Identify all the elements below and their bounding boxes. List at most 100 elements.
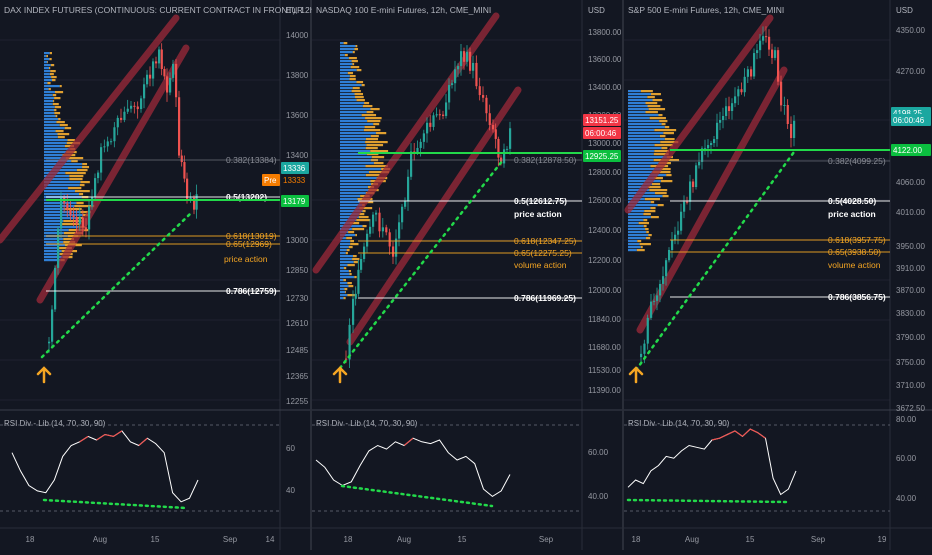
profile-bar-buy — [340, 174, 366, 177]
candle-body — [392, 246, 395, 257]
profile-bar-sell — [346, 249, 350, 252]
profile-bar-sell — [639, 243, 651, 246]
profile-bar-buy — [340, 111, 367, 114]
y-tick-label: 4350.00 — [896, 26, 925, 35]
profile-bar-buy — [44, 109, 55, 112]
profile-bar-buy — [44, 187, 69, 190]
candle-body — [103, 146, 106, 148]
profile-bar-sell — [636, 249, 645, 252]
profile-bar-sell — [348, 57, 357, 60]
profile-bar-sell — [352, 51, 355, 54]
profile-bar-buy — [340, 255, 353, 258]
currency-label: EUR — [286, 6, 303, 15]
profile-bar-buy — [44, 130, 56, 133]
profile-bar-buy — [340, 147, 366, 150]
profile-bar-sell — [51, 79, 56, 82]
profile-bar-buy — [340, 114, 362, 117]
profile-bar-buy — [340, 105, 363, 108]
profile-bar-sell — [53, 100, 55, 103]
profile-bar-sell — [48, 88, 51, 91]
profile-bar-sell — [64, 127, 72, 130]
fib-level-label: 0.382(13384) — [226, 155, 277, 165]
candle-body — [146, 74, 149, 85]
profile-bar-buy — [628, 132, 664, 135]
profile-bar-buy — [628, 225, 644, 228]
profile-bar-sell — [652, 99, 663, 102]
profile-bar-buy — [628, 144, 655, 147]
profile-bar-sell — [366, 144, 384, 147]
profile-bar-buy — [340, 282, 348, 285]
candle-body — [503, 149, 506, 164]
profile-bar-sell — [361, 114, 377, 117]
profile-bar-buy — [628, 237, 646, 240]
profile-bar-sell — [49, 73, 54, 76]
profile-bar-sell — [59, 85, 62, 88]
chart-title: S&P 500 E-mini Futures, 12h, CME_MINI — [628, 5, 784, 15]
profile-bar-sell — [659, 135, 666, 138]
indicator-title: RSI Div - Lib (14, 70, 30, 90) — [628, 419, 730, 428]
profile-bar-sell — [373, 123, 380, 126]
profile-bar-buy — [44, 142, 67, 145]
candle-body — [737, 89, 740, 97]
profile-bar-buy — [340, 165, 366, 168]
candle-body — [126, 108, 129, 112]
profile-bar-buy — [44, 151, 67, 154]
profile-bar-sell — [348, 270, 352, 273]
candle-body — [407, 176, 410, 202]
y-tick-label: 11680.00 — [588, 343, 621, 352]
x-tick-label: 18 — [344, 535, 353, 544]
profile-bar-sell — [367, 120, 381, 123]
fib-level-label: 0.5(4028.50) — [828, 196, 876, 206]
profile-bar-sell — [54, 109, 57, 112]
profile-bar-buy — [340, 195, 361, 198]
profile-bar-buy — [628, 108, 649, 111]
profile-bar-sell — [54, 97, 61, 100]
profile-bar-buy — [340, 120, 368, 123]
profile-bar-buy — [340, 285, 349, 288]
candle-body — [366, 233, 369, 247]
profile-bar-sell — [664, 138, 675, 141]
candle-body — [674, 234, 677, 241]
profile-bar-buy — [44, 127, 65, 130]
y-tick-label: 13400.00 — [588, 83, 622, 92]
profile-bar-buy — [44, 211, 81, 214]
profile-bar-sell — [350, 240, 355, 243]
profile-bar-sell — [58, 118, 61, 121]
profile-bar-buy — [340, 63, 353, 66]
y-tick-label: 4060.00 — [896, 178, 925, 187]
profile-bar-sell — [648, 234, 652, 237]
profile-bar-buy — [340, 252, 346, 255]
candle-body — [72, 215, 75, 217]
candle-body — [426, 122, 429, 134]
profile-bar-buy — [44, 121, 57, 124]
chart-panel-3: 0.382(4099.25) 0.5(4028.50) 0.618(3957.75)… — [624, 0, 932, 550]
profile-bar-sell — [345, 291, 346, 294]
candle-body — [753, 53, 756, 77]
profile-bar-buy — [340, 81, 357, 84]
candle-body — [169, 77, 172, 93]
profile-bar-buy — [44, 241, 64, 244]
profile-bar-buy — [340, 78, 350, 81]
fib-level-label: 0.618(3957.75) — [828, 235, 886, 245]
chart-layout: 0.382(13384) 0.5(13202) 0.618(13019) 0.65(1… — [0, 0, 932, 550]
candle-body — [357, 269, 360, 294]
profile-bar-sell — [76, 202, 84, 205]
profile-bar-sell — [352, 258, 360, 261]
profile-bar-buy — [628, 174, 667, 177]
candle-body — [48, 341, 51, 344]
candle-body — [646, 317, 649, 344]
profile-bar-buy — [44, 67, 50, 70]
profile-bar-buy — [628, 123, 662, 126]
chart-title: NASDAQ 100 E-mini Futures, 12h, CME_MINI — [316, 5, 491, 15]
candle-body — [369, 226, 372, 234]
candle-body — [422, 133, 425, 142]
profile-bar-sell — [356, 219, 371, 222]
profile-bar-buy — [628, 231, 647, 234]
candle-body — [482, 95, 485, 98]
profile-bar-sell — [358, 216, 369, 219]
profile-bar-buy — [44, 112, 55, 115]
profile-bar-buy — [628, 213, 644, 216]
profile-bar-sell — [353, 261, 358, 264]
profile-bar-sell — [346, 237, 353, 240]
profile-bar-buy — [340, 156, 372, 159]
